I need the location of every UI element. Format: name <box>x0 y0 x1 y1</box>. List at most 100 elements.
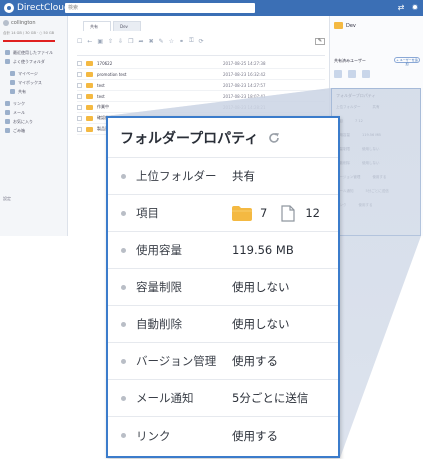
mini-prop-row: 使用容量 119.56 MB <box>336 133 381 138</box>
sidebar-item-label: リンク <box>13 100 25 106</box>
file-name[interactable]: promotion test <box>97 72 167 77</box>
mail-icon <box>5 110 10 115</box>
bullet-icon <box>121 321 126 327</box>
prop-row-capacity-limit: 容量制限 使用しない <box>108 269 338 306</box>
download-icon[interactable]: ⇩ <box>118 38 123 45</box>
star-icon[interactable]: ☆ <box>169 38 174 45</box>
mini-prop-row: 上位フォルダー 共有 <box>336 105 380 110</box>
row-checkbox[interactable] <box>77 71 82 77</box>
app-logo[interactable]: DirectCloud <box>4 2 70 14</box>
view-toggle-icon[interactable]: ✎ <box>315 37 325 45</box>
tab-shared[interactable]: 共有 <box>83 21 111 31</box>
row-checkbox[interactable] <box>77 115 82 121</box>
bullet-icon <box>121 173 126 179</box>
search-input[interactable]: 検索 <box>65 3 255 13</box>
user-icon[interactable] <box>334 70 342 78</box>
table-row[interactable]: test 2017-08-23 18:07:41 <box>77 91 325 102</box>
sidebar-item-favorites[interactable]: お気に入り <box>2 117 66 126</box>
checkbox-icon[interactable]: ☐ <box>77 38 82 45</box>
sidebar-item-label: ごみ箱 <box>13 127 25 133</box>
row-checkbox[interactable] <box>77 82 82 88</box>
panel-folder-name: Dev <box>346 22 356 29</box>
file-date: 2017-08-25 14:27:38 <box>223 60 266 66</box>
folder-icon <box>232 205 252 221</box>
callout-header: フォルダープロパティ <box>108 118 338 158</box>
sidebar-item-mail[interactable]: メール <box>2 108 66 117</box>
logo-text: DirectCloud <box>17 3 70 13</box>
star-icon <box>5 119 10 124</box>
bullet-icon <box>121 395 126 401</box>
copy-icon[interactable]: ❐ <box>128 38 133 45</box>
user-row[interactable]: collington <box>3 20 36 26</box>
sidebar-item-recent[interactable]: 最近使用したファイル <box>2 48 66 57</box>
bullet-icon <box>121 210 126 216</box>
folder-properties-callout: フォルダープロパティ 上位フォルダー 共有 項目 7 12 使用容量 119.5… <box>106 116 340 458</box>
file-name[interactable]: 作業中 <box>97 104 167 110</box>
row-checkbox[interactable] <box>77 104 82 110</box>
cloud-logo-icon <box>4 3 14 13</box>
table-row[interactable]: test 2017-08-23 14:27:57 <box>77 80 325 91</box>
shared-users-label: 共有済みユーザー <box>334 58 366 63</box>
prop-value: 使用する <box>232 428 278 443</box>
upload-icon[interactable]: ⇧ <box>108 38 113 45</box>
mini-prop-value: 使用する <box>358 203 373 207</box>
app-screenshot: DirectCloud 検索 ⇄ ✹ collington 合計 14 GB /… <box>0 0 423 459</box>
prop-row-link: リンク 使用する <box>108 417 338 454</box>
add-user-button[interactable]: + ユーザーを追加 <box>394 57 420 66</box>
table-row[interactable]: 作業中 2017-08-23 14:28:21 <box>77 102 325 113</box>
settings-link[interactable]: 設定 <box>3 196 11 202</box>
folder-icon <box>5 59 10 64</box>
sidebar-item-link[interactable]: リンク <box>2 99 66 108</box>
prop-row-version-control: バージョン管理 使用する <box>108 343 338 380</box>
sidebar-item-label: お気に入り <box>13 118 33 124</box>
prop-label: 項目 <box>136 206 159 220</box>
sidebar-item-trash[interactable]: ごみ箱 <box>2 126 66 135</box>
table-row[interactable]: 170622 2017-08-25 14:27:38 <box>77 58 325 69</box>
bullet-icon <box>121 433 126 438</box>
prop-value: 7 12 <box>232 204 320 222</box>
move-icon[interactable]: ➦ <box>139 38 144 45</box>
folder-properties-mini: フォルダープロパティ 上位フォルダー 共有 項目7 12 使用容量119.56 M… <box>331 88 421 236</box>
row-checkbox[interactable] <box>77 93 82 99</box>
link-icon[interactable]: ⚭ <box>179 38 184 45</box>
file-name[interactable]: test <box>97 83 167 88</box>
file-name[interactable]: 170622 <box>97 61 167 66</box>
file-date: 2017-08-23 14:28:21 <box>223 104 266 110</box>
sidebar-item-mybox[interactable]: マイボックス <box>2 78 66 87</box>
file-name[interactable]: test <box>97 94 167 99</box>
storage-usage: 合計 14 GB / 30 GB · ○ 50 GB <box>3 31 55 35</box>
sidebar-item-label: よく使うフォルダ <box>13 58 45 64</box>
mini-prop-value: 使用しない <box>362 147 380 151</box>
gear-icon[interactable]: ✹ <box>410 3 420 13</box>
refresh-icon[interactable] <box>268 132 280 144</box>
delete-icon[interactable]: ✖ <box>149 38 154 45</box>
tab-dev[interactable]: Dev <box>113 21 141 31</box>
share-icon[interactable]: ⟳ <box>199 38 204 45</box>
link-icon <box>5 101 10 106</box>
back-icon[interactable]: ← <box>87 38 92 45</box>
prop-row-mail-notification: メール通知 5分ごとに送信 <box>108 380 338 417</box>
folder-icon <box>10 71 15 76</box>
lock-icon[interactable]: ⚿ <box>189 37 194 45</box>
sidebar-item-mypage[interactable]: マイページ <box>2 69 66 78</box>
prop-row-items: 項目 7 12 <box>108 195 338 232</box>
user-icon[interactable] <box>362 70 370 78</box>
user-icon[interactable] <box>348 70 356 78</box>
prop-row-auto-delete: 自動削除 使用しない <box>108 306 338 343</box>
user-name: collington <box>11 20 36 26</box>
row-checkbox[interactable] <box>77 126 82 132</box>
sync-icon[interactable]: ⇄ <box>396 3 406 13</box>
pin-icon[interactable]: ✎ <box>159 38 164 45</box>
table-row[interactable]: promotion test 2017-08-23 16:32:42 <box>77 69 325 80</box>
avatar <box>3 20 9 26</box>
prop-value[interactable]: 共有 <box>232 168 255 184</box>
mini-prop-value: 119.56 MB <box>362 133 381 137</box>
sidebar-item-favorite-folders[interactable]: よく使うフォルダ <box>2 57 66 66</box>
prop-value: 使用しない <box>232 317 290 331</box>
mini-prop-label: 上位フォルダー <box>336 105 361 109</box>
row-checkbox[interactable] <box>77 60 82 66</box>
new-folder-icon[interactable]: ▣ <box>97 38 103 45</box>
prop-label: 容量制限 <box>136 280 182 294</box>
sidebar-item-label: マイボックス <box>18 79 42 85</box>
sidebar-item-shared[interactable]: 共有 <box>2 87 66 96</box>
